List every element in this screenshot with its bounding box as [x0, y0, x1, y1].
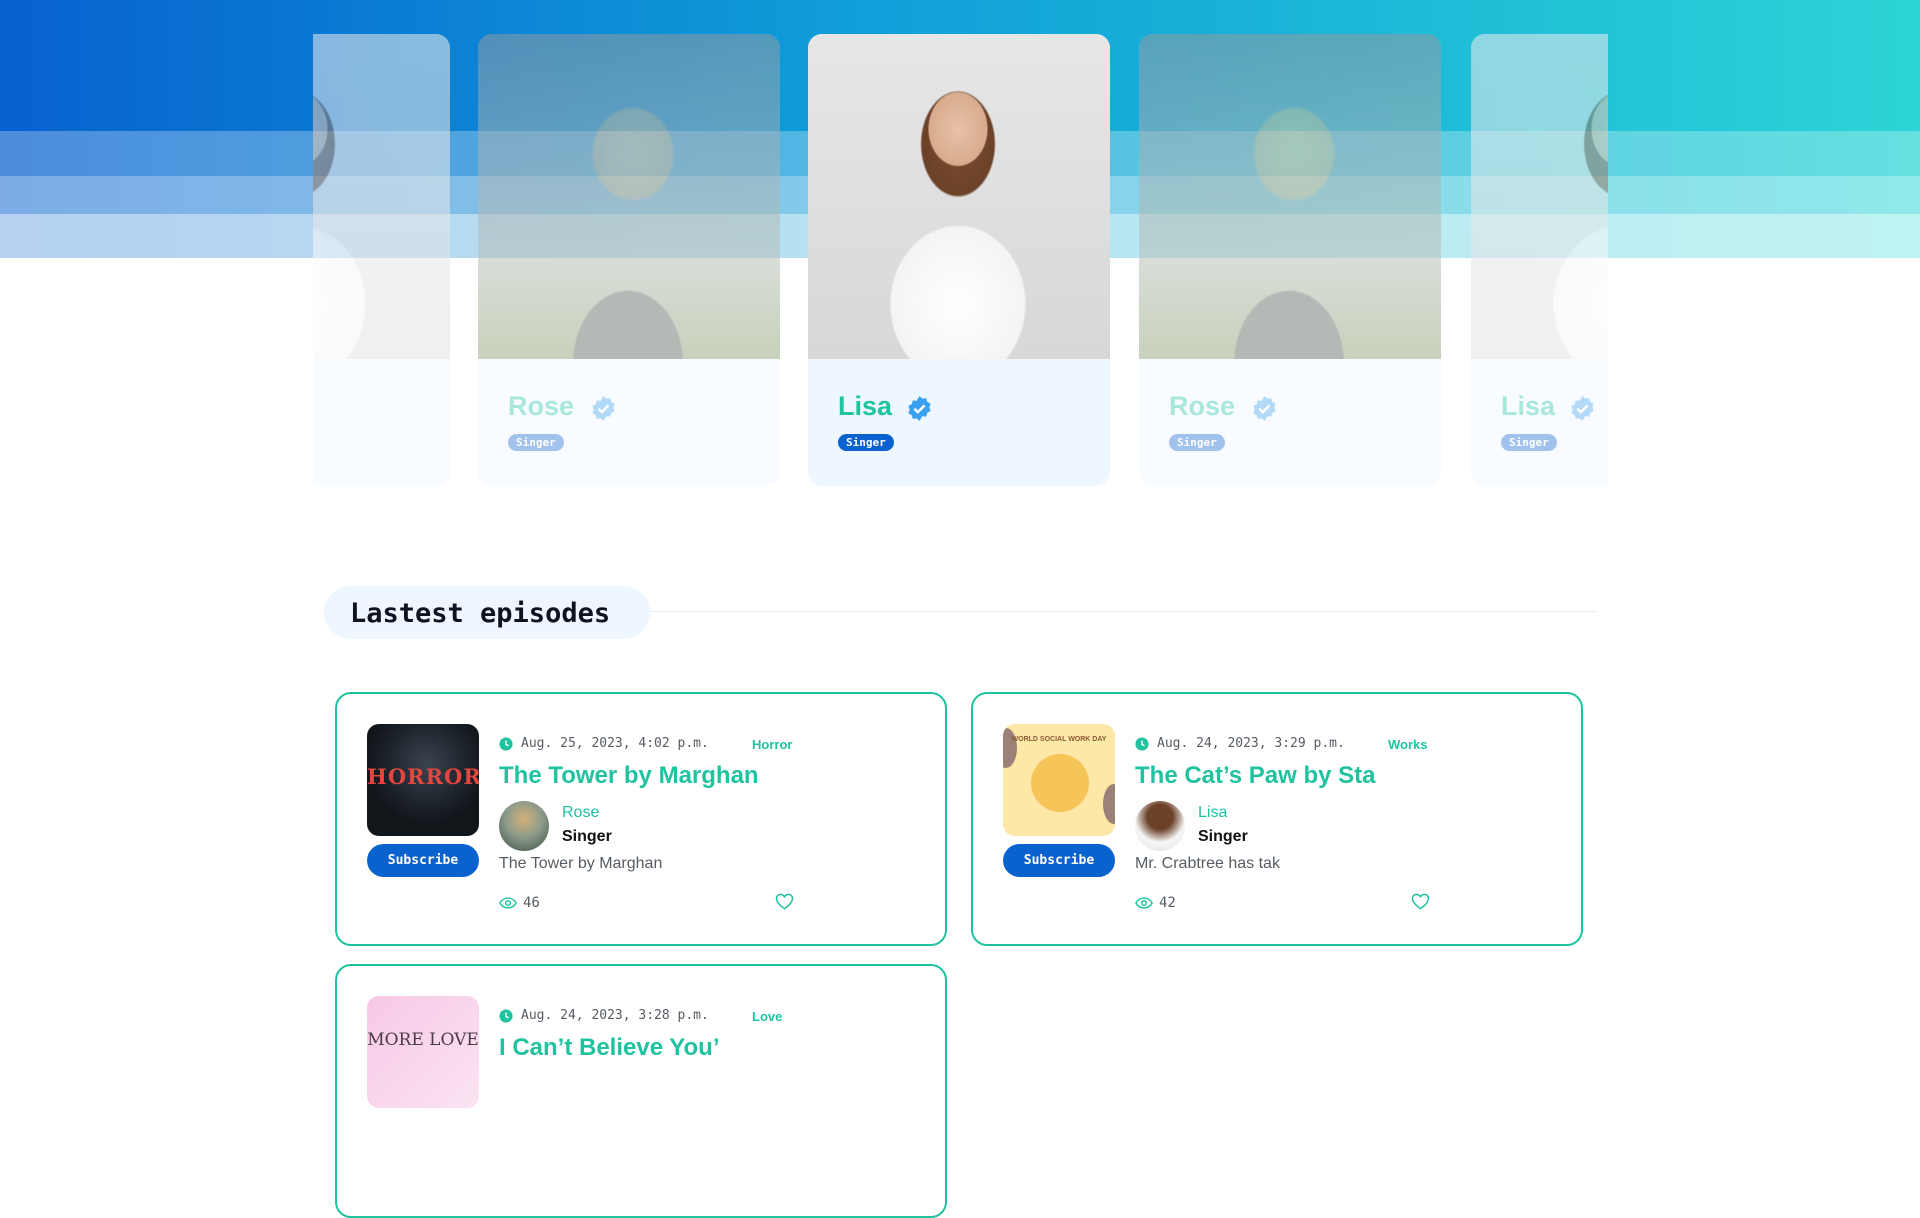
artist-card-active[interactable]: Lisa Singer — [808, 34, 1110, 486]
verified-badge-icon — [908, 396, 931, 421]
episode-card[interactable]: MORE LOVE Aug. 24, 2023, 3:28 p.m. Love … — [335, 964, 947, 1218]
artist-card[interactable]: Rose Singer — [478, 34, 780, 486]
artist-card-partial-right[interactable]: Lisa Singer — [1471, 34, 1608, 486]
artist-role-badge: Singer — [508, 434, 564, 451]
divider — [650, 611, 1596, 612]
eye-icon — [499, 897, 517, 909]
artist-name[interactable]: Rose — [1169, 391, 1235, 422]
host-role: Singer — [562, 828, 612, 845]
episode-cover[interactable]: MORE LOVE — [367, 996, 479, 1108]
artist-info — [313, 359, 450, 486]
artist-photo — [313, 34, 450, 359]
verified-badge-icon — [1253, 396, 1276, 421]
artist-role-badge: Singer — [838, 434, 894, 451]
episode-description: The Tower by Marghan — [499, 855, 663, 872]
clock-icon — [1135, 737, 1149, 751]
section-title: Lastest episodes — [350, 598, 611, 629]
cover-text: MORE LOVE — [367, 1030, 479, 1050]
artist-name[interactable]: Lisa — [1501, 391, 1555, 422]
clock-icon — [499, 1009, 513, 1023]
artist-carousel[interactable]: Rose Singer Lisa Singer Rose Singer Lisa… — [313, 34, 1608, 486]
episode-description: Mr. Crabtree has tak — [1135, 855, 1280, 872]
host-name[interactable]: Lisa — [1198, 804, 1227, 822]
cover-decoration — [1003, 728, 1017, 768]
heart-icon[interactable] — [1411, 893, 1430, 910]
artist-photo — [1139, 34, 1441, 359]
artist-card[interactable]: Rose Singer — [1139, 34, 1441, 486]
episode-category[interactable]: Horror — [752, 737, 792, 752]
artist-info: Rose Singer — [1139, 359, 1441, 486]
episode-date: Aug. 25, 2023, 4:02 p.m. — [521, 736, 709, 751]
episode-title[interactable]: I Can’t Believe You’ — [499, 1034, 720, 1062]
artist-name[interactable]: Rose — [508, 391, 574, 422]
cover-text: WORLD SOCIAL WORK DAY — [1011, 736, 1107, 743]
host-avatar[interactable] — [1135, 801, 1185, 851]
artist-photo — [478, 34, 780, 359]
host-avatar[interactable] — [499, 801, 549, 851]
artist-role-badge: Singer — [1169, 434, 1225, 451]
subscribe-button[interactable]: Subscribe — [1003, 844, 1115, 877]
episode-cover[interactable]: HORROR — [367, 724, 479, 836]
episode-date: Aug. 24, 2023, 3:29 p.m. — [1157, 736, 1345, 751]
artist-role-badge: Singer — [1501, 434, 1557, 451]
artist-photo — [808, 34, 1110, 359]
episode-card[interactable]: HORROR Subscribe Aug. 25, 2023, 4:02 p.m… — [335, 692, 947, 946]
artist-info: Rose Singer — [478, 359, 780, 486]
episode-cover[interactable]: WORLD SOCIAL WORK DAY — [1003, 724, 1115, 836]
episode-date: Aug. 24, 2023, 3:28 p.m. — [521, 1008, 709, 1023]
heart-icon[interactable] — [775, 893, 794, 910]
artist-photo — [1471, 34, 1608, 359]
verified-badge-icon — [1571, 396, 1594, 421]
cover-illustration — [1031, 754, 1089, 812]
host-name[interactable]: Rose — [562, 804, 599, 822]
artist-name[interactable]: Lisa — [838, 391, 892, 422]
clock-icon — [499, 737, 513, 751]
episode-views: 42 — [1159, 895, 1176, 911]
verified-badge-icon — [592, 396, 615, 421]
episode-title[interactable]: The Tower by Marghan — [499, 762, 759, 790]
cover-decoration — [1103, 784, 1115, 824]
artist-info: Lisa Singer — [1471, 359, 1608, 486]
subscribe-button[interactable]: Subscribe — [367, 844, 479, 877]
host-role: Singer — [1198, 828, 1248, 845]
artist-card-partial-left[interactable] — [313, 34, 450, 486]
episode-card[interactable]: WORLD SOCIAL WORK DAY Subscribe Aug. 24,… — [971, 692, 1583, 946]
episode-category[interactable]: Love — [752, 1009, 782, 1024]
cover-text: HORROR — [367, 764, 479, 789]
artist-info: Lisa Singer — [808, 359, 1110, 486]
episode-category[interactable]: Works — [1388, 737, 1428, 752]
section-heading: Lastest episodes — [324, 586, 650, 639]
episode-title[interactable]: The Cat’s Paw by Sta — [1135, 762, 1376, 790]
eye-icon — [1135, 897, 1153, 909]
episode-views: 46 — [523, 895, 540, 911]
